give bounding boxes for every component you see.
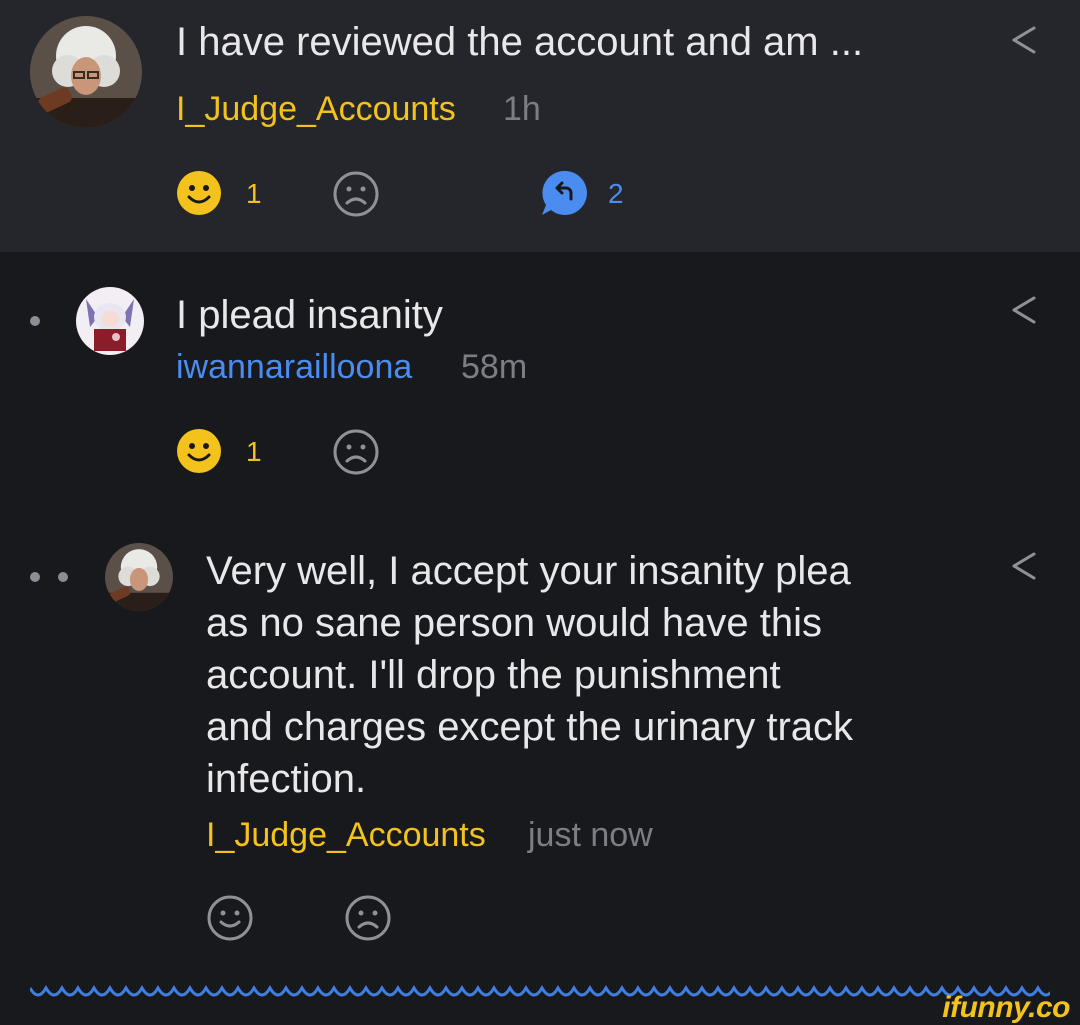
- reply2-text: Very well, I accept your insanity plea a…: [206, 549, 854, 801]
- share-icon[interactable]: [1006, 548, 1042, 584]
- wavy-divider: [30, 984, 1050, 997]
- reply-count: 2: [608, 178, 624, 209]
- reply1-time: 58m: [461, 348, 528, 386]
- smile-count: 1: [246, 436, 262, 467]
- smile-icon[interactable]: [176, 428, 222, 474]
- unsmile-icon[interactable]: [332, 428, 380, 476]
- unsmile-icon[interactable]: [332, 170, 380, 218]
- reply2-time: just now: [528, 816, 653, 854]
- share-icon[interactable]: [1006, 292, 1042, 328]
- post-avatar[interactable]: [30, 16, 142, 128]
- post-username[interactable]: I_Judge_Accounts: [176, 90, 456, 129]
- reply2-avatar[interactable]: [105, 543, 173, 611]
- thread-indent-dot: [30, 316, 40, 326]
- share-icon[interactable]: [1006, 22, 1042, 58]
- reply-bubble-icon[interactable]: [540, 168, 590, 218]
- reply1-text: I plead insanity: [176, 293, 443, 337]
- smile-icon[interactable]: [206, 894, 254, 942]
- reply1-avatar[interactable]: [76, 287, 144, 355]
- ifunny-watermark: ifunny.co: [942, 991, 1070, 1024]
- reply2-username[interactable]: I_Judge_Accounts: [206, 816, 486, 855]
- unsmile-icon[interactable]: [344, 894, 392, 942]
- thread-indent-dot: [30, 572, 40, 582]
- smile-icon[interactable]: [176, 170, 222, 216]
- reply1-username[interactable]: iwannarailloona: [176, 348, 412, 387]
- thread-indent-dot: [58, 572, 68, 582]
- post-text: I have reviewed the account and am ...: [176, 20, 864, 64]
- post-time: 1h: [503, 90, 541, 128]
- smile-count: 1: [246, 178, 262, 209]
